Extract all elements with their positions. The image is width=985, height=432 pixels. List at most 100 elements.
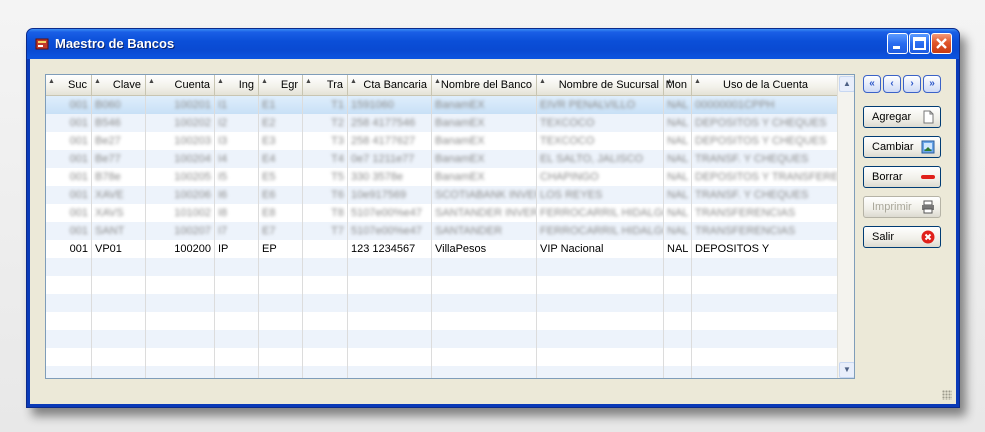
- scroll-up-button[interactable]: ▲: [839, 76, 854, 92]
- table-cell: [215, 312, 259, 330]
- table-cell: IP: [215, 240, 259, 258]
- table-cell: [692, 276, 840, 294]
- sort-arrow-icon: ▲: [434, 78, 441, 85]
- column-header-label: Nombre de Sucursal: [558, 79, 659, 91]
- column-header[interactable]: ▲ Nombre del Banco: [432, 75, 537, 95]
- table-row[interactable]: 001 B546 100202 I2 E2 T2 258 4177546 BanamEX TEX…: [46, 114, 840, 132]
- table-cell: [303, 276, 348, 294]
- minimize-button[interactable]: [887, 33, 908, 54]
- borrar-button[interactable]: Borrar: [863, 166, 941, 188]
- cell-text: E5: [262, 171, 276, 183]
- table-cell: [692, 366, 840, 378]
- table-cell: [146, 330, 215, 348]
- column-header[interactable]: ▲ Ing: [215, 75, 259, 95]
- cell-text: 001: [69, 171, 88, 183]
- table-cell: [537, 330, 664, 348]
- empty-table-row[interactable]: [46, 294, 840, 312]
- table-cell: 001: [46, 204, 92, 222]
- vertical-scrollbar[interactable]: ▲ ▼: [837, 75, 854, 378]
- table-row[interactable]: 001 XAVE 100206 I6 E6 T6 10e917569 SCOTIABANK I…: [46, 186, 840, 204]
- column-header[interactable]: ▲ Clave: [92, 75, 146, 95]
- table-cell: I4: [215, 150, 259, 168]
- table-cell: [215, 258, 259, 276]
- title-bar[interactable]: Maestro de Bancos: [27, 29, 959, 59]
- maximize-icon: [913, 37, 926, 50]
- imprimir-button[interactable]: Imprimir: [863, 196, 941, 218]
- column-header[interactable]: ▲ Cta Bancaria: [348, 75, 432, 95]
- table-row[interactable]: 001 B060 100201 I1 E1 T1 1591060 BanamEX EIVR PE…: [46, 96, 840, 114]
- table-cell: [46, 276, 92, 294]
- agregar-button[interactable]: Agregar: [863, 106, 941, 128]
- table-cell: [348, 276, 432, 294]
- column-header[interactable]: ▲ Nombre de Sucursal: [537, 75, 664, 95]
- table-row[interactable]: 001 SANT 100207 I7 E7 T7 5107e00%e47 SANTANDER F…: [46, 222, 840, 240]
- table-cell: [259, 258, 303, 276]
- table-cell: [432, 258, 537, 276]
- next-record-button[interactable]: ›: [903, 75, 921, 93]
- cell-text: 001: [69, 207, 88, 219]
- borrar-label: Borrar: [872, 171, 903, 183]
- cell-text: T8: [331, 207, 344, 219]
- minus-icon: [921, 175, 935, 179]
- cambiar-button[interactable]: Cambiar: [863, 136, 941, 158]
- cell-text: BanamEX: [435, 135, 485, 147]
- table-cell: VillaPesos: [432, 240, 537, 258]
- table-cell: TEXCOCO: [537, 132, 664, 150]
- column-header[interactable]: ▲ Cuenta: [146, 75, 215, 95]
- first-record-button[interactable]: «: [863, 75, 881, 93]
- cell-text: BanamEX: [435, 171, 485, 183]
- table-cell: NAL: [664, 150, 692, 168]
- cell-text: 001: [69, 153, 88, 165]
- resize-grip[interactable]: [942, 390, 952, 400]
- salir-button[interactable]: Salir: [863, 226, 941, 248]
- table-row[interactable]: 001 B78e 100205 I5 E5 T5 330 3578e BanamEX CHAPI…: [46, 168, 840, 186]
- empty-table-row[interactable]: [46, 330, 840, 348]
- column-header[interactable]: ▲ Suc: [46, 75, 92, 95]
- empty-table-row[interactable]: [46, 258, 840, 276]
- table-cell: I6: [215, 186, 259, 204]
- table-cell: [692, 258, 840, 276]
- sort-arrow-icon: ▲: [261, 78, 268, 85]
- table-cell: 001: [46, 114, 92, 132]
- table-cell: B78e: [92, 168, 146, 186]
- new-document-icon: [923, 110, 934, 124]
- column-header[interactable]: ▲ Egr: [259, 75, 303, 95]
- table-cell: [432, 366, 537, 378]
- table-row[interactable]: 001 XAVS 101002 I8 E8 T8 5107e00%e47 SANTANDER …: [46, 204, 840, 222]
- table-cell: [348, 330, 432, 348]
- column-header[interactable]: ▲ Uso de la Cuenta: [692, 75, 840, 95]
- close-window-button[interactable]: [931, 33, 952, 54]
- table-cell: [92, 294, 146, 312]
- table-row[interactable]: 001 VP01 100200 IP EP 123 1234567 VillaPesos VI…: [46, 240, 840, 258]
- table-cell: [303, 294, 348, 312]
- table-cell: [259, 330, 303, 348]
- table-cell: NAL: [664, 222, 692, 240]
- table-cell: [303, 366, 348, 378]
- table-cell: T5: [303, 168, 348, 186]
- table-row[interactable]: 001 Be77 100204 I4 E4 T4 0e7 1211e77 BanamEX EL …: [46, 150, 840, 168]
- empty-table-row[interactable]: [46, 312, 840, 330]
- previous-record-button[interactable]: ‹: [883, 75, 901, 93]
- table-cell: [692, 312, 840, 330]
- table-cell: [537, 258, 664, 276]
- empty-table-row[interactable]: [46, 276, 840, 294]
- column-header[interactable]: ▲ Tra: [303, 75, 348, 95]
- table-row[interactable]: 001 Be27 100203 I3 E3 T3 258 4177627 BanamEX TEX…: [46, 132, 840, 150]
- bancos-table[interactable]: ▲ Suc ▲ Clave ▲ Cuenta ▲ Ing ▲ Egr ▲ Tra ▲ Cta Bancar…: [45, 74, 855, 379]
- table-cell: SANT: [92, 222, 146, 240]
- empty-table-row[interactable]: [46, 366, 840, 378]
- table-cell: [664, 312, 692, 330]
- table-cell: E4: [259, 150, 303, 168]
- scroll-down-button[interactable]: ▼: [839, 362, 854, 378]
- table-cell: 258 4177627: [348, 132, 432, 150]
- last-record-button[interactable]: »: [923, 75, 941, 93]
- maximize-button[interactable]: [909, 33, 930, 54]
- cell-text: B78e: [95, 171, 121, 183]
- column-header[interactable]: ▲ Mon: [664, 75, 692, 95]
- table-cell: [348, 348, 432, 366]
- cell-text: TRANSF. Y CHEQUES: [695, 153, 809, 165]
- cell-text: 00000001CPPH: [695, 99, 775, 111]
- cell-text: EP: [262, 243, 277, 255]
- empty-table-row[interactable]: [46, 348, 840, 366]
- table-cell: 00000001CPPH: [692, 96, 840, 114]
